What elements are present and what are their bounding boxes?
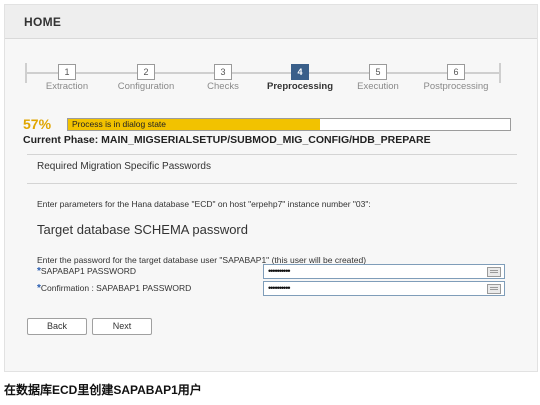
step-label-active: Preprocessing — [267, 81, 333, 92]
step-number: 2 — [137, 64, 155, 80]
parameter-instructions: Enter parameters for the Hana database "… — [37, 199, 371, 209]
stepper-end-cap — [499, 63, 501, 83]
step-label: Extraction — [45, 81, 89, 92]
step-number-active: 4 — [291, 64, 309, 80]
password-label: *SAPABAP1 PASSWORD — [37, 266, 137, 277]
step-label: Execution — [357, 81, 399, 92]
password-value: •••••••••• — [268, 266, 290, 276]
caption: 在数据库ECD里创建SAPABAP1用户 — [4, 383, 202, 397]
section-title: Required Migration Specific Passwords — [37, 161, 211, 172]
password-field[interactable]: •••••••••• — [263, 264, 505, 279]
current-phase: Current Phase: MAIN_MIGSERIALSETUP/SUBMO… — [23, 134, 431, 146]
step-label: Postprocessing — [423, 81, 489, 92]
next-button[interactable]: Next — [92, 318, 152, 335]
step-configuration[interactable]: 2 Configuration — [106, 49, 186, 99]
target-schema-heading: Target database SCHEMA password — [37, 222, 248, 237]
progress-percent: 57% — [23, 116, 52, 132]
confirm-password-value: •••••••••• — [268, 283, 290, 293]
step-postprocessing[interactable]: 6 Postprocessing — [416, 49, 496, 99]
step-number: 5 — [369, 64, 387, 80]
back-button[interactable]: Back — [27, 318, 87, 335]
step-checks[interactable]: 3 Checks — [183, 49, 263, 99]
confirm-password-field[interactable]: •••••••••• — [263, 281, 505, 296]
roadmap-stepper: 1 Extraction 2 Configuration 3 Checks 4 … — [5, 49, 537, 109]
divider — [27, 183, 517, 184]
main-panel: HOME 1 Extraction 2 Configuration 3 Chec… — [4, 4, 538, 372]
step-number: 1 — [58, 64, 76, 80]
step-number: 3 — [214, 64, 232, 80]
keyboard-icon[interactable] — [487, 284, 501, 294]
progress-bar: Process is in dialog state — [67, 118, 511, 131]
progress-status-text: Process is in dialog state — [72, 119, 167, 129]
page-title: HOME — [24, 15, 62, 29]
step-preprocessing[interactable]: 4 Preprocessing — [260, 49, 340, 99]
step-label: Configuration — [117, 81, 175, 92]
keyboard-icon[interactable] — [487, 267, 501, 277]
step-extraction[interactable]: 1 Extraction — [27, 49, 107, 99]
step-label: Checks — [207, 81, 239, 92]
divider — [27, 154, 517, 155]
confirm-password-label: *Confirmation : SAPABAP1 PASSWORD — [37, 283, 192, 294]
header-bar: HOME — [5, 5, 537, 39]
step-number: 6 — [447, 64, 465, 80]
step-execution[interactable]: 5 Execution — [338, 49, 418, 99]
